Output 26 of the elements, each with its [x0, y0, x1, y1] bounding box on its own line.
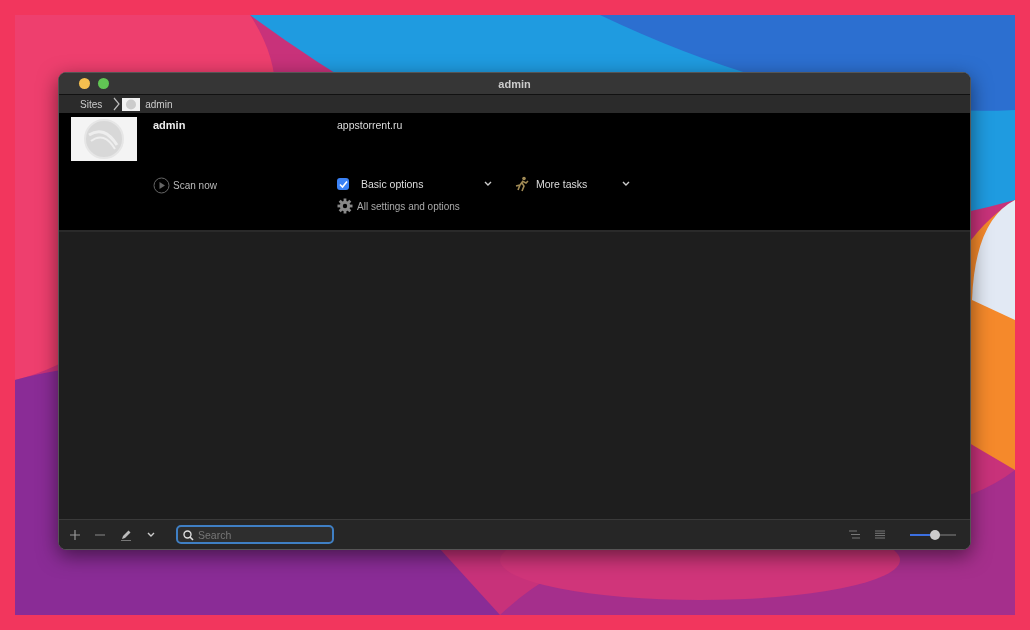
- outline-view-icon[interactable]: [849, 530, 860, 539]
- pencil-icon[interactable]: [120, 528, 132, 541]
- settings-button[interactable]: All settings and options: [337, 198, 630, 214]
- settings-icon: [337, 198, 353, 214]
- add-icon[interactable]: [70, 529, 80, 540]
- site-icon: [122, 97, 141, 111]
- breadcrumb-item[interactable]: admin: [142, 98, 176, 110]
- caret-icon[interactable]: [147, 531, 155, 538]
- list-view-icon[interactable]: [875, 530, 885, 539]
- more-tasks-dropdown[interactable]: More tasks: [514, 176, 630, 192]
- search-field[interactable]: Search: [176, 525, 334, 544]
- breadcrumb-item[interactable]: Sites: [77, 98, 106, 110]
- scan-now-button[interactable]: Scan now: [153, 177, 337, 194]
- basic-options-dropdown[interactable]: Basic options: [337, 176, 492, 192]
- play-icon: [153, 177, 170, 194]
- site-thumbnail: [71, 117, 137, 161]
- caret-icon: [622, 181, 630, 187]
- window-title: admin: [498, 77, 531, 90]
- checkbox[interactable]: [337, 178, 349, 190]
- running-figure-icon: [514, 176, 530, 192]
- zoom-button[interactable]: [98, 78, 109, 89]
- caret-icon: [484, 181, 492, 187]
- site-url: appstorrent.ru: [337, 119, 404, 133]
- minimize-button[interactable]: [79, 78, 90, 89]
- site-name: admin: [153, 119, 187, 133]
- chevron-icon: [113, 97, 121, 111]
